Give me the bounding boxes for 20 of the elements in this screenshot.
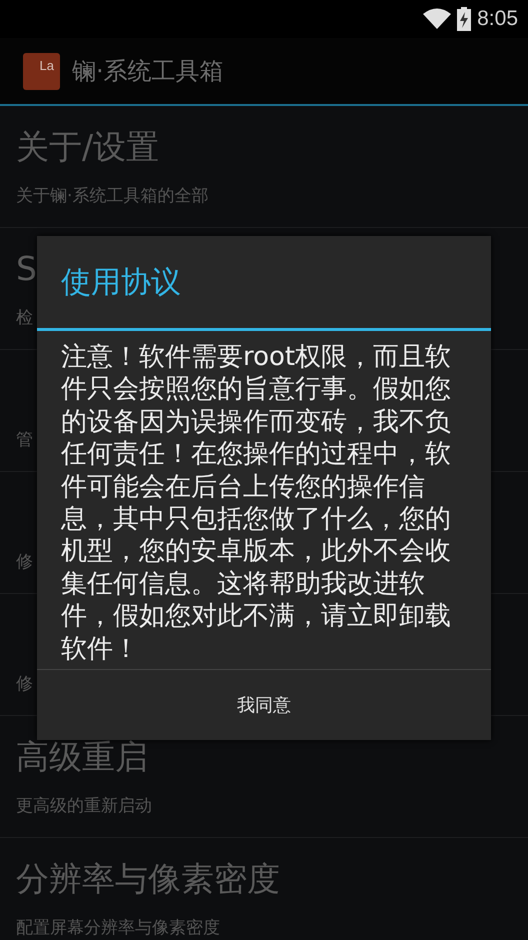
battery-charging-icon [457, 7, 472, 31]
agree-button[interactable]: 我同意 [37, 670, 491, 740]
item-title: 分辨率与像素密度 [16, 858, 280, 898]
item-subtitle: 检 [16, 306, 33, 328]
item-subtitle: 关于镧·系统工具箱的全部 [16, 184, 208, 206]
item-title: 关于/设置 [16, 126, 160, 166]
item-subtitle: 管 [16, 428, 33, 450]
item-subtitle: 更高级的重新启动 [16, 794, 152, 816]
wifi-icon [423, 8, 452, 30]
dialog-title: 使用协议 [37, 236, 491, 331]
menu-item[interactable]: 分辨率与像素密度 配置屏幕分辨率与像素密度 [0, 838, 528, 940]
item-title: S [16, 248, 37, 288]
menu-item[interactable]: 关于/设置 关于镧·系统工具箱的全部 [0, 106, 528, 228]
dialog-message: 注意！软件需要root权限，而且软件只会按照您的旨意行事。假如您的设备因为误操作而变砖，我不负任何责任！在您操作的过程中，软件可能会在后台上传您的操作信息，其中只包括您做了什么，您的机型，您的安卓版本，此外不会收集任何信息。这将帮助我改进软件，假如您对此不满，请立即卸载软件！ [60, 341, 452, 666]
item-subtitle: 修 [16, 550, 33, 572]
clock-time: 8:05 [477, 7, 518, 31]
app-title: 镧·系统工具箱 [72, 56, 224, 87]
app-logo: La [23, 52, 60, 90]
item-subtitle: 修 [16, 672, 33, 694]
item-subtitle: 配置屏幕分辨率与像素密度 [16, 916, 220, 938]
